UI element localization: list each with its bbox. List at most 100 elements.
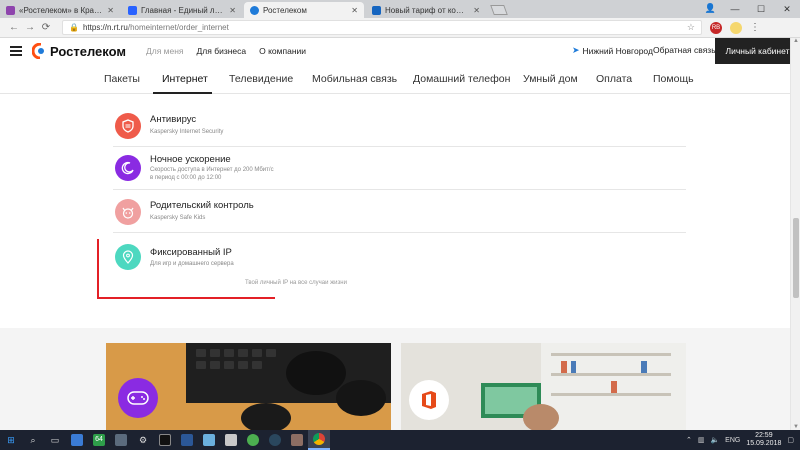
tab-title: Ростелеком — [263, 5, 307, 15]
user-profile-icon[interactable]: 👤 — [705, 3, 716, 14]
rostelecom-logo[interactable]: Ростелеком — [32, 43, 126, 59]
menu-item-smart-home[interactable]: Умный дом — [523, 73, 578, 85]
clock[interactable]: 22:59 15.09.2018 — [746, 432, 781, 448]
url-path: /homeinternet/order_internet — [127, 23, 229, 32]
windows-taskbar: ⊞ ⌕ ▭ 64 ⚙ ⌃ ▥ 🔈 ENG 22:59 15.09.2018 ▢ — [0, 430, 800, 450]
highlight-marker-vertical — [97, 239, 99, 298]
browser-tab-active[interactable]: Ростелеком ✕ — [244, 2, 364, 18]
keyboard-language[interactable]: ENG — [725, 437, 740, 444]
torrent-icon[interactable] — [242, 430, 264, 450]
archive-icon[interactable] — [286, 430, 308, 450]
app-64-label: 64 — [93, 434, 105, 446]
reload-icon[interactable]: ⟳ — [38, 22, 54, 33]
back-icon[interactable]: ← — [6, 22, 22, 33]
network-icon[interactable]: ▥ — [698, 436, 705, 444]
browser-tab[interactable]: Новый тариф от компании Ро: ✕ — [366, 2, 486, 18]
office-logo-icon — [409, 380, 449, 420]
service-description-line2: в период с 00:00 до 12:00 — [150, 175, 222, 181]
nav-for-business[interactable]: Для бизнеса — [197, 46, 247, 56]
promo-card-office[interactable] — [401, 343, 686, 430]
notifications-icon[interactable]: ▢ — [787, 436, 794, 444]
promo-card-gaming[interactable] — [106, 343, 391, 430]
lock-icon: 🔒 — [69, 23, 79, 32]
cat-icon — [115, 199, 141, 225]
system-tray: ⌃ ▥ 🔈 ENG 22:59 15.09.2018 ▢ — [686, 430, 800, 450]
terminal-icon[interactable] — [154, 430, 176, 450]
menu-item-mobile[interactable]: Мобильная связь — [312, 73, 397, 85]
main-menu: Пакеты Интернет Телевидение Мобильная св… — [0, 64, 800, 94]
browser-tab[interactable]: «Ростелеком» в Красноярске - ✕ — [0, 2, 120, 18]
service-name: Родительский контроль — [150, 200, 254, 211]
service-name: Антивирус — [150, 114, 197, 125]
search-icon[interactable]: ⌕ — [22, 430, 44, 450]
nav-about[interactable]: О компании — [259, 46, 306, 56]
document-icon[interactable] — [176, 430, 198, 450]
service-item-parental-control[interactable]: Родительский контроль Kaspersky Safe Kid… — [113, 193, 686, 233]
active-menu-underline — [153, 92, 212, 94]
service-name: Ночное ускорение — [150, 154, 231, 165]
location-arrow-icon: ➤ — [572, 45, 580, 55]
chrome-taskbar-icon[interactable] — [308, 430, 330, 450]
menu-item-home-phone[interactable]: Домашний телефон — [413, 73, 510, 85]
maximize-icon[interactable]: ☐ — [748, 0, 774, 18]
tab-title: «Ростелеком» в Красноярске - — [19, 5, 103, 15]
feedback-link[interactable]: Обратная связь — [653, 45, 716, 55]
steam-icon[interactable] — [264, 430, 286, 450]
settings-gear-icon[interactable]: ⚙ — [132, 430, 154, 450]
tray-up-chevron-icon[interactable]: ⌃ — [686, 436, 692, 444]
scroll-up-icon[interactable]: ▲ — [791, 38, 800, 44]
volume-icon[interactable]: 🔈 — [710, 436, 719, 444]
scrollbar-thumb[interactable] — [793, 218, 799, 298]
tab-favicon-icon — [372, 5, 381, 15]
minimize-icon[interactable]: — — [722, 0, 748, 18]
photos-icon[interactable] — [220, 430, 242, 450]
menu-item-packages[interactable]: Пакеты — [104, 73, 140, 85]
location-pin-icon — [115, 244, 141, 270]
task-view-icon[interactable]: ▭ — [44, 430, 66, 450]
app-icon[interactable] — [110, 430, 132, 450]
close-tab-icon[interactable]: ✕ — [107, 6, 114, 15]
extension-emoji-icon[interactable] — [730, 21, 742, 34]
new-tab-button[interactable] — [490, 5, 508, 15]
close-tab-icon[interactable]: ✕ — [473, 6, 480, 15]
tab-favicon-icon — [128, 5, 137, 15]
logo-text: Ростелеком — [50, 43, 126, 59]
browser-tab[interactable]: Главная - Единый личный каби ✕ — [122, 2, 242, 18]
menu-item-tv[interactable]: Телевидение — [229, 73, 293, 85]
windows-start-icon[interactable]: ⊞ — [0, 430, 22, 450]
menu-item-internet[interactable]: Интернет — [162, 73, 208, 85]
store-icon[interactable] — [66, 430, 88, 450]
clock-time: 22:59 — [755, 432, 773, 439]
page-scrollbar[interactable]: ▲ ▼ — [790, 38, 800, 430]
tab-title: Главная - Единый личный каби — [141, 5, 225, 15]
menu-item-payment[interactable]: Оплата — [596, 73, 632, 85]
shield-icon — [115, 113, 141, 139]
tab-favicon-icon — [250, 5, 259, 15]
chrome-menu-icon[interactable]: ⋮ — [750, 22, 760, 33]
bookmark-star-icon[interactable]: ☆ — [687, 22, 695, 33]
city-selector[interactable]: ➤ Нижний Новгород — [572, 45, 653, 56]
site-header: Ростелеком Для меня Для бизнеса О компан… — [0, 38, 800, 64]
clock-date: 15.09.2018 — [746, 440, 782, 447]
hamburger-menu-icon[interactable] — [10, 46, 22, 56]
url-input[interactable]: 🔒 https://n.rt.ru/homeinternet/order_int… — [62, 20, 702, 35]
menu-item-help[interactable]: Помощь — [653, 73, 694, 85]
service-item-antivirus[interactable]: Антивирус Kaspersky Internet Security — [113, 107, 686, 147]
service-description: Kaspersky Safe Kids — [150, 215, 206, 221]
service-item-fixed-ip[interactable]: Фиксированный IP Для игр и домашнего сер… — [113, 235, 686, 295]
url-host: https://n.rt.ru — [82, 23, 128, 32]
nav-for-me[interactable]: Для меня — [146, 46, 184, 56]
app-64-icon[interactable]: 64 — [88, 430, 110, 450]
tab-favicon-icon — [6, 5, 15, 15]
service-description: Kaspersky Internet Security — [150, 129, 224, 135]
personal-cabinet-button[interactable]: Личный кабинет — [715, 38, 800, 64]
extension-icon[interactable]: RB — [710, 21, 722, 34]
tab-title: Новый тариф от компании Ро: — [385, 5, 469, 15]
service-item-night-boost[interactable]: Ночное ускорение Скорость доступа в Инте… — [113, 147, 686, 190]
service-description: Скорость доступа в Интернет до 200 Мбит/… — [150, 166, 274, 182]
close-window-icon[interactable]: ✕ — [774, 0, 800, 18]
close-tab-icon[interactable]: ✕ — [351, 6, 358, 15]
forward-icon[interactable]: → — [22, 22, 38, 33]
window-app-icon[interactable] — [198, 430, 220, 450]
close-tab-icon[interactable]: ✕ — [229, 6, 236, 15]
